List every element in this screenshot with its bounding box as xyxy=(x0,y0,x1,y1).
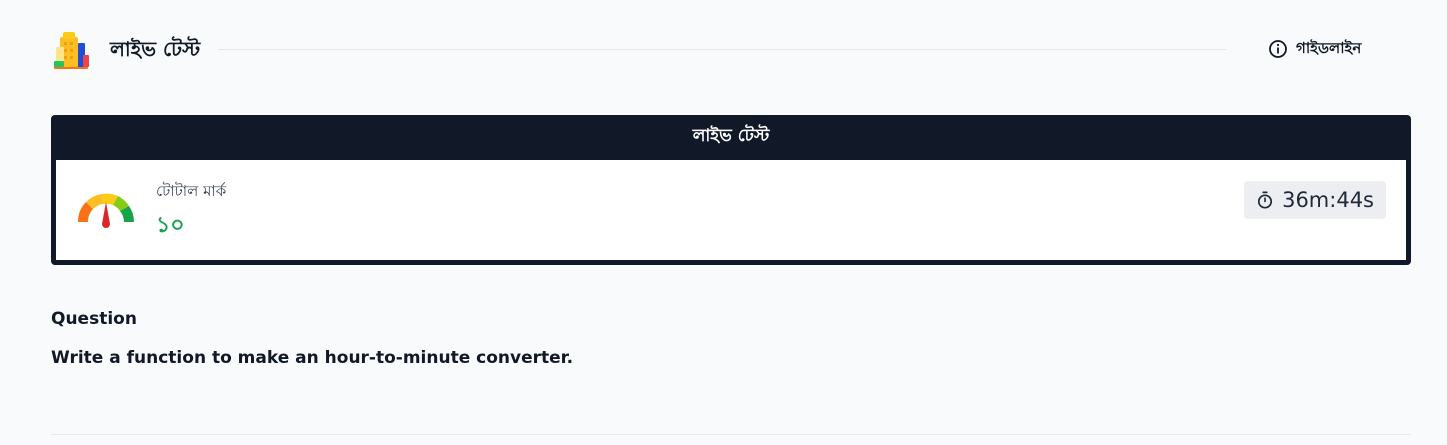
timer-value: 36m:44s xyxy=(1282,188,1374,212)
question-heading: Question xyxy=(51,309,137,329)
live-test-card: লাইভ টেস্ট টোটাল মার্ক ১০ 36m:44s xyxy=(51,115,1411,265)
bottom-divider xyxy=(51,434,1411,435)
timer-badge: 36m:44s xyxy=(1244,181,1386,219)
gauge-icon xyxy=(77,193,135,228)
total-mark-label: টোটাল মার্ক xyxy=(156,182,227,200)
stopwatch-icon xyxy=(1258,191,1273,209)
guideline-button[interactable]: গাইডলাইন xyxy=(1268,36,1361,62)
building-icon xyxy=(54,32,89,69)
question-text: Write a function to make an hour-to-minu… xyxy=(51,348,574,368)
header-divider xyxy=(218,49,1226,50)
info-icon xyxy=(1269,40,1287,58)
card-title: লাইভ টেস্ট xyxy=(692,126,770,146)
page-title: লাইভ টেস্ট xyxy=(110,37,201,61)
page: লাইভ টেস্ট গাইডলাইন লাইভ টেস্ট টোটাল মার… xyxy=(0,0,1447,445)
total-mark-value: ১০ xyxy=(156,213,185,238)
page-header: লাইভ টেস্ট গাইডলাইন xyxy=(50,24,1390,74)
card-body: টোটাল মার্ক ১০ 36m:44s xyxy=(56,160,1406,260)
guideline-label: গাইডলাইন xyxy=(1296,38,1362,57)
